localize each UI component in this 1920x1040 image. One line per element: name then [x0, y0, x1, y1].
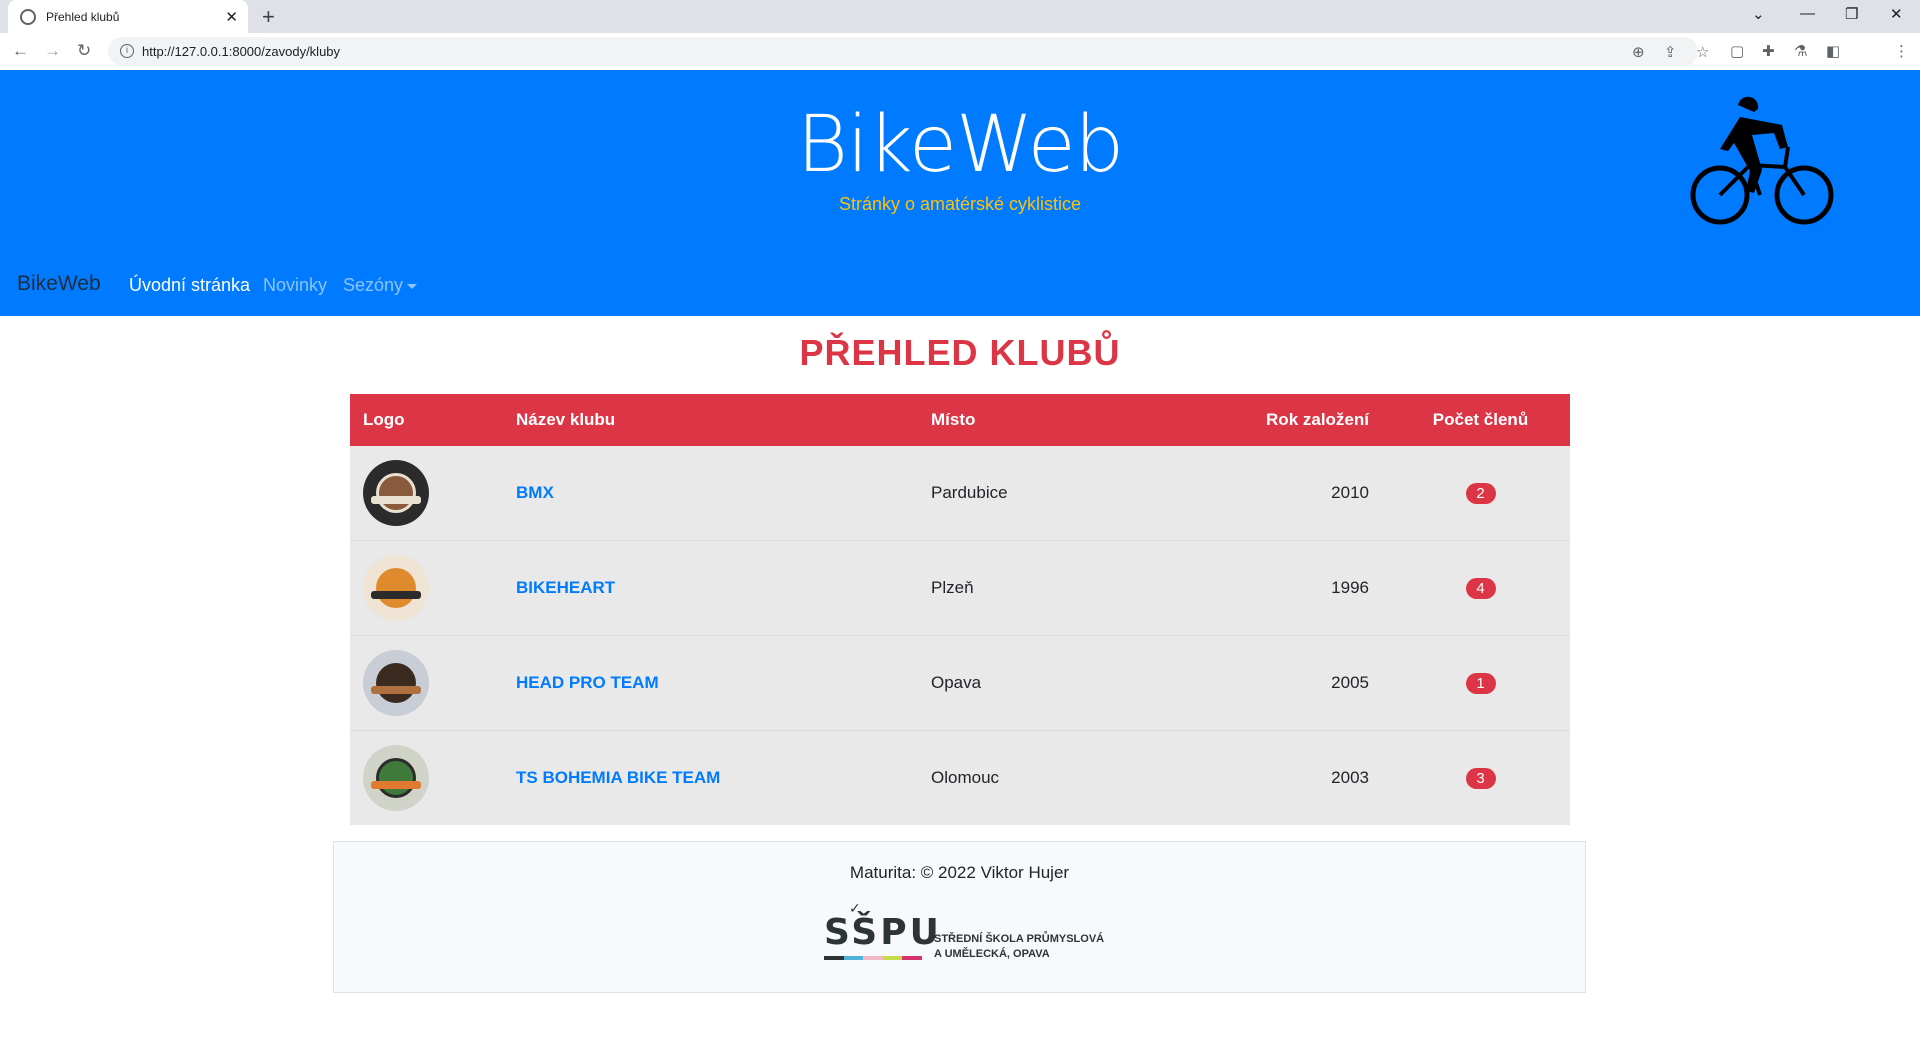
table-row: BMX Pardubice 2010 2	[350, 446, 1570, 541]
dropdown-caret-icon	[407, 283, 418, 289]
club-link[interactable]: HEAD PRO TEAM	[516, 673, 659, 692]
url-field[interactable]: i http://127.0.0.1:8000/zavody/kluby ⊕ ⇪…	[108, 37, 1709, 66]
new-tab-button[interactable]: +	[262, 4, 275, 30]
puzzle-icon[interactable]: ✚	[1762, 42, 1775, 60]
tab-search-icon[interactable]: ⌄	[1752, 5, 1765, 23]
navbar: BikeWeb Úvodní stránka Novinky Sezóny	[0, 268, 1920, 316]
club-year: 2003	[1331, 768, 1369, 787]
table-row: BIKEHEART Plzeň 1996 4	[350, 541, 1570, 636]
nav-link-home[interactable]: Úvodní stránka	[129, 275, 250, 296]
sidepanel-icon[interactable]: ◧	[1826, 42, 1840, 60]
site-title: BikeWeb	[796, 100, 1124, 190]
club-year: 1996	[1331, 578, 1369, 597]
column-header-year: Rok založení	[1266, 410, 1369, 429]
zoom-icon[interactable]: ⊕	[1632, 43, 1645, 61]
footer-copyright: Maturita: © 2022 Viktor Hujer	[849, 863, 1070, 882]
site-info-icon[interactable]: i	[120, 44, 134, 58]
nav-link-seasons-label: Sezóny	[343, 275, 404, 295]
back-icon[interactable]: ←	[12, 41, 29, 61]
close-window-button[interactable]: ✕	[1890, 5, 1903, 23]
address-bar: ← → ↻ i http://127.0.0.1:8000/zavody/klu…	[0, 33, 1920, 96]
members-badge: 2	[1465, 482, 1496, 504]
share-icon[interactable]: ⇪	[1664, 43, 1677, 61]
school-logo-line1: STŘEDNÍ ŠKOLA PRŮMYSLOVÁ	[934, 933, 1105, 945]
column-header-logo: Logo	[363, 410, 405, 429]
clubs-table: Logo Název klubu Místo Rok založení Poče…	[350, 394, 1570, 825]
club-year: 2005	[1331, 673, 1369, 692]
school-logo-letters: SŠPU	[824, 912, 942, 953]
reload-icon[interactable]: ↻	[77, 41, 91, 61]
url-text[interactable]: http://127.0.0.1:8000/zavody/kluby	[142, 44, 340, 59]
club-logo-head-pro-team	[363, 650, 429, 716]
club-link[interactable]: BMX	[516, 483, 554, 502]
tab-title: Přehled klubů	[46, 9, 120, 24]
globe-icon	[20, 8, 36, 25]
school-logo-stripes	[824, 956, 922, 960]
table-header: Logo Název klubu Místo Rok založení Poče…	[350, 394, 1570, 446]
table-row: HEAD PRO TEAM Opava 2005 1	[350, 636, 1570, 731]
bookmark-star-icon[interactable]: ☆	[1696, 43, 1709, 61]
menu-kebab-icon[interactable]: ⋮	[1894, 42, 1909, 60]
members-badge: 4	[1465, 577, 1496, 599]
club-year: 2010	[1331, 483, 1369, 502]
column-header-place: Místo	[931, 410, 976, 429]
flask-icon[interactable]: ⚗	[1794, 42, 1807, 60]
forward-icon[interactable]: →	[44, 41, 61, 61]
navbar-brand[interactable]: BikeWeb	[17, 272, 101, 296]
browser-tab[interactable]: Přehled klubů ✕	[8, 0, 248, 33]
cyclist-icon	[1690, 96, 1834, 225]
column-header-name: Název klubu	[516, 410, 616, 429]
extension-icon[interactable]: ▢	[1730, 42, 1744, 60]
club-link[interactable]: BIKEHEART	[516, 578, 615, 597]
school-logo: ✓ SŠPU STŘEDNÍ ŠKOLA PRŮMYSLOVÁ A UMĚLEC…	[824, 900, 1124, 964]
club-logo-bikeheart	[363, 555, 429, 621]
members-badge: 1	[1465, 672, 1496, 694]
site-subtitle: Stránky o amatérské cyklistice	[838, 194, 1082, 214]
club-place: Plzeň	[931, 578, 974, 597]
club-logo-bmx	[363, 460, 429, 526]
club-link[interactable]: TS BOHEMIA BIKE TEAM	[516, 768, 720, 787]
school-logo-text: STŘEDNÍ ŠKOLA PRŮMYSLOVÁ A UMĚLECKÁ, OPA…	[934, 932, 1104, 962]
members-badge: 3	[1465, 767, 1496, 789]
nav-link-news[interactable]: Novinky	[263, 275, 327, 296]
column-header-members: Počet členů	[1432, 410, 1529, 429]
club-logo-ts-bohemia	[363, 745, 429, 811]
club-place: Opava	[931, 673, 982, 692]
page-title: PŘEHLED KLUBŮ	[799, 332, 1121, 373]
close-tab-icon[interactable]: ✕	[225, 8, 238, 26]
table-row: TS BOHEMIA BIKE TEAM Olomouc 2003 3	[350, 731, 1570, 825]
footer: Maturita: © 2022 Viktor Hujer ✓ SŠPU STŘ…	[333, 841, 1586, 993]
school-logo-line2: A UMĚLECKÁ, OPAVA	[934, 948, 1050, 960]
minimize-button[interactable]: —	[1800, 5, 1815, 22]
browser-tab-bar: Přehled klubů ✕ + ⌄ — ❐ ✕	[0, 0, 1920, 33]
club-place: Olomouc	[931, 768, 1000, 787]
restore-button[interactable]: ❐	[1845, 5, 1858, 23]
club-place: Pardubice	[931, 483, 1008, 502]
nav-link-seasons[interactable]: Sezóny	[343, 275, 418, 296]
site-header: BikeWeb Stránky o amatérské cyklistice B…	[0, 70, 1920, 316]
